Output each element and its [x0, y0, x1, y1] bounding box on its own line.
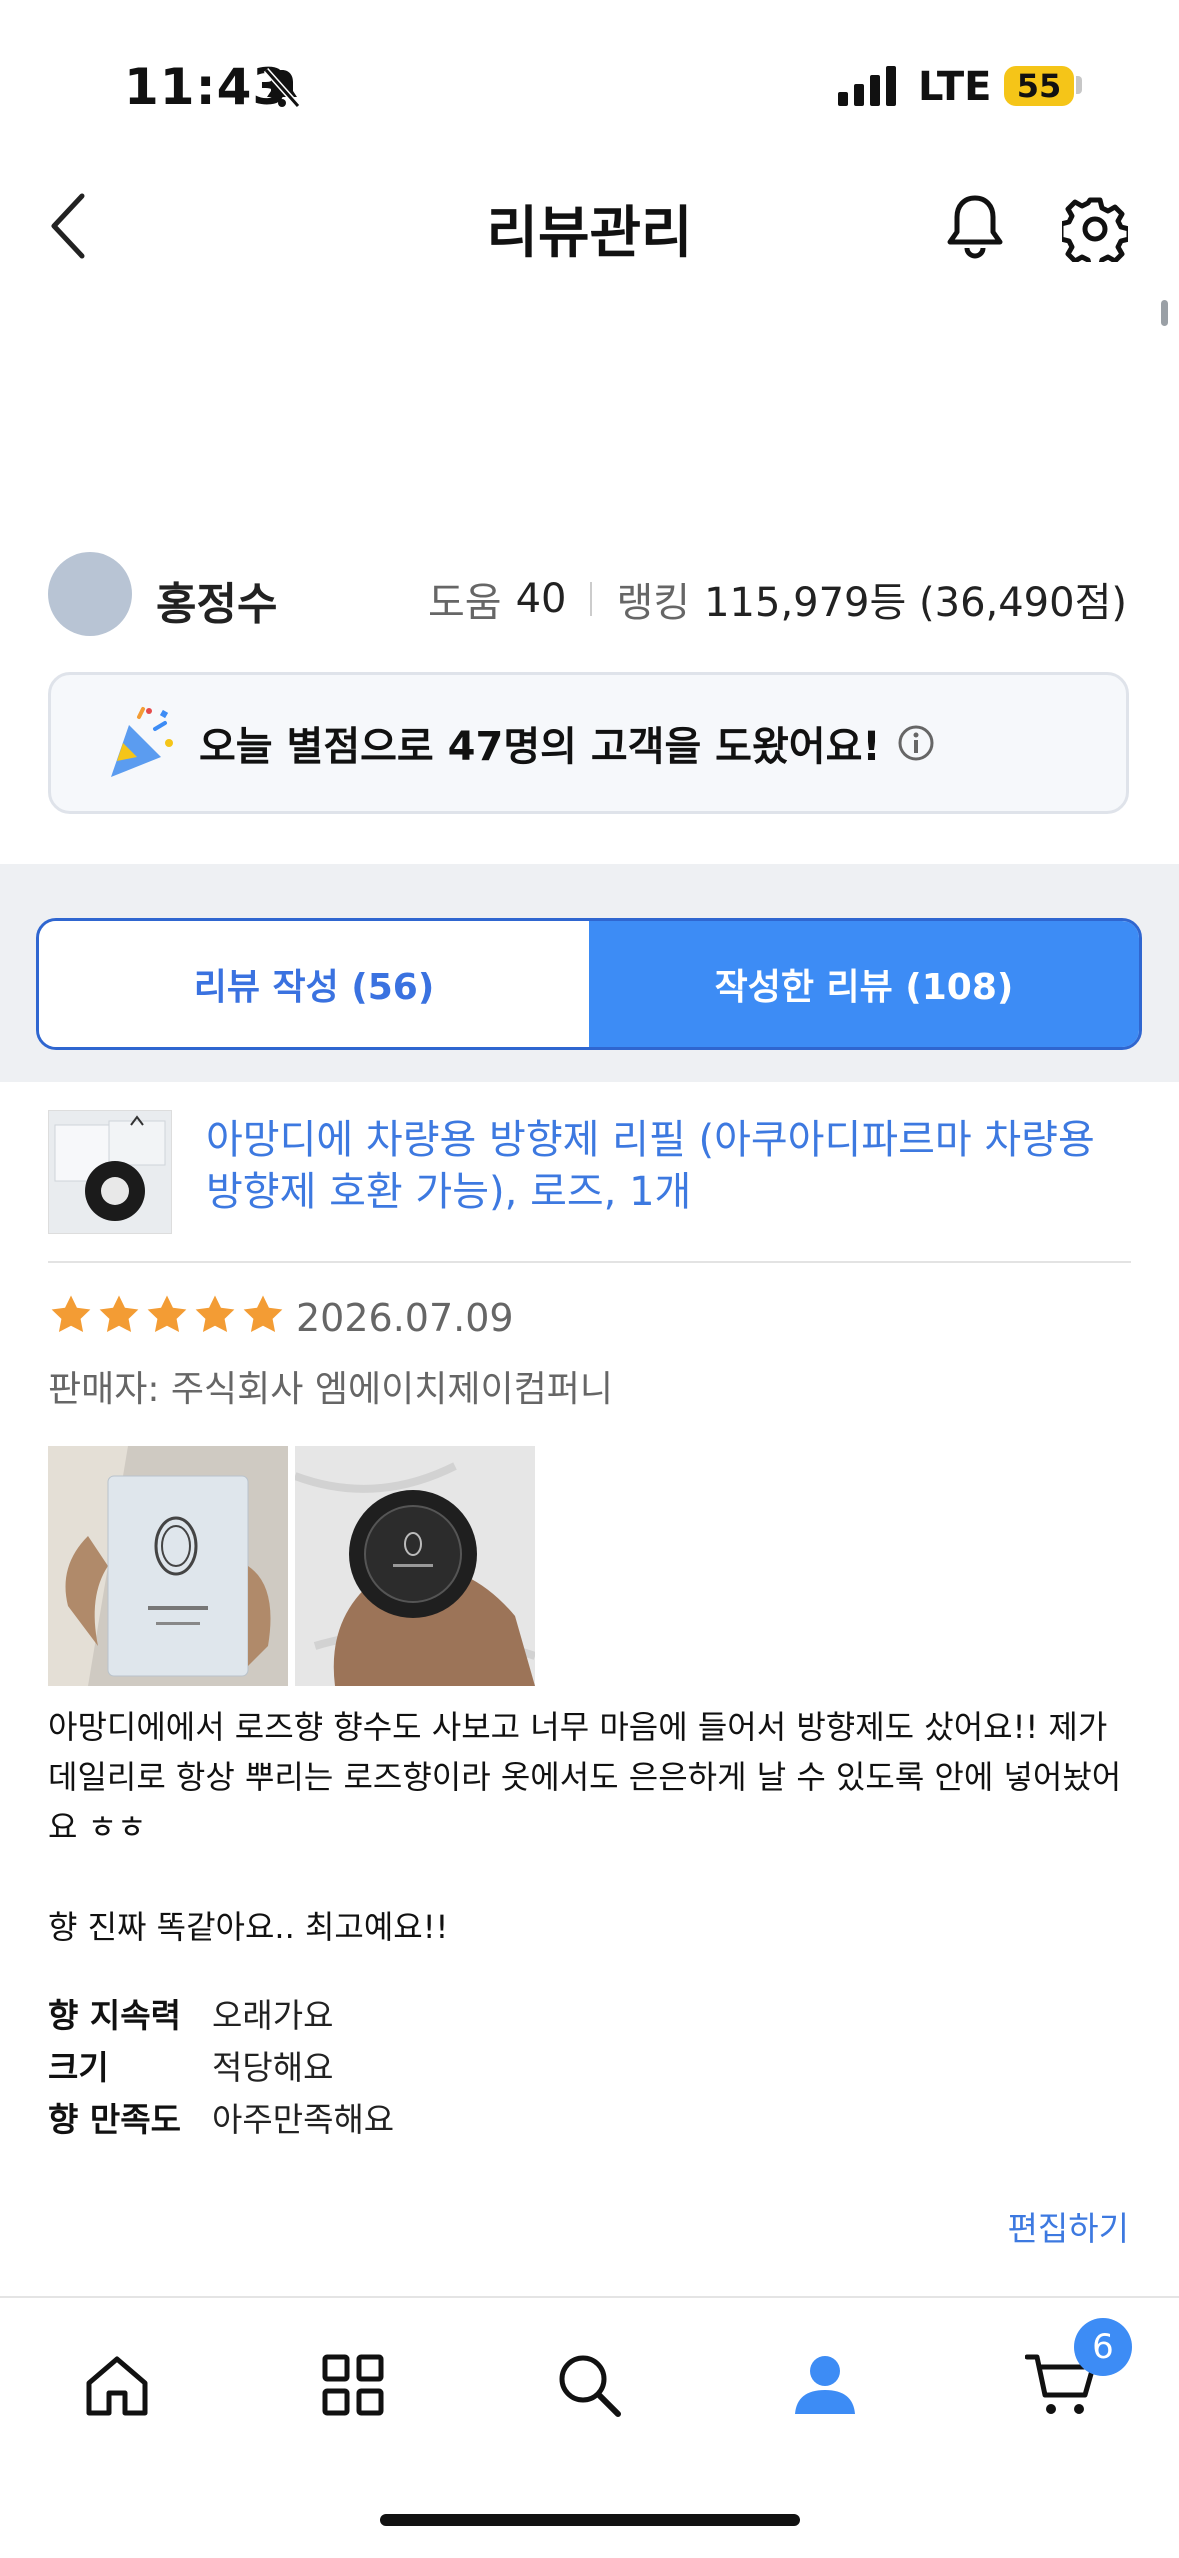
star-icon: [195, 1295, 235, 1333]
edit-review-link[interactable]: 편집하기: [1008, 2202, 1129, 2250]
nav-search[interactable]: [544, 2340, 634, 2430]
grid-icon: [322, 2354, 384, 2416]
profile-stats: 도움 40 랭킹 115,979등 (36,490점): [428, 570, 1127, 628]
network-label: LTE: [918, 64, 992, 110]
bell-icon[interactable]: [944, 192, 1006, 262]
home-indicator: [380, 2514, 800, 2526]
help-count: 40: [515, 576, 567, 622]
rating-stars: [48, 1292, 288, 1338]
review-tabs: 리뷰 작성 (56) 작성한 리뷰 (108): [36, 918, 1142, 1050]
product-title[interactable]: 아망디에 차량용 방향제 리필 (아쿠아디파르마 차량용 방향제 호환 가능),…: [206, 1114, 1106, 1218]
attribute-key: 크기: [48, 2048, 109, 2087]
review-attributes: 향 지속력 오래가요 크기 적당해요 향 만족도 아주만족해요: [48, 1990, 394, 2146]
attribute-row: 크기 적당해요: [48, 2042, 394, 2094]
home-icon: [86, 2356, 148, 2416]
gear-icon[interactable]: [1062, 196, 1128, 262]
tab-write-review[interactable]: 리뷰 작성 (56): [39, 921, 589, 1047]
seller-name: 판매자: 주식회사 엠에이치제이컴퍼니: [48, 1369, 613, 1410]
star-icon: [99, 1295, 139, 1333]
attribute-key: 향 만족도: [48, 2100, 181, 2139]
attribute-row: 향 만족도 아주만족해요: [48, 2094, 394, 2146]
stats-divider: [590, 582, 593, 616]
nav-my-page[interactable]: [780, 2340, 870, 2430]
tab-written-reviews[interactable]: 작성한 리뷰 (108): [589, 921, 1139, 1047]
search-icon: [559, 2355, 621, 2417]
rank-value: 115,979등 (36,490점): [704, 580, 1127, 626]
scrollbar-thumb[interactable]: [1161, 300, 1168, 326]
battery-indicator: 55: [1004, 66, 1074, 106]
party-popper-icon: [111, 707, 173, 777]
product-thumbnail[interactable]: [48, 1110, 172, 1234]
card-divider: [48, 1261, 1131, 1263]
help-banner-text: 오늘 별점으로 47명의 고객을 도왔어요!: [199, 724, 881, 770]
help-label: 도움: [427, 580, 502, 626]
nav-home[interactable]: [72, 2340, 162, 2430]
star-icon: [147, 1295, 187, 1333]
attribute-row: 향 지속력 오래가요: [48, 1990, 394, 2042]
review-date: 2026.07.09: [296, 1296, 514, 1340]
attribute-key: 향 지속력: [48, 1996, 181, 2035]
cart-count-badge: 6: [1074, 2318, 1132, 2376]
signal-icon: [838, 66, 896, 106]
attribute-value: 아주만족해요: [212, 2100, 395, 2139]
avatar[interactable]: [48, 552, 132, 636]
attribute-value: 오래가요: [212, 1996, 334, 2035]
silent-mode-icon: [263, 68, 301, 108]
nav-categories[interactable]: [308, 2340, 398, 2430]
attribute-value: 적당해요: [212, 2048, 334, 2087]
user-icon: [795, 2356, 855, 2414]
review-photo[interactable]: [295, 1446, 535, 1686]
battery-tip: [1076, 76, 1082, 94]
info-icon[interactable]: [897, 724, 935, 762]
review-photo[interactable]: [48, 1446, 288, 1686]
review-text: 아망디에에서 로즈향 향수도 사보고 너무 마음에 들어서 방향제도 샀어요!!…: [48, 1708, 1122, 1946]
star-icon: [243, 1295, 283, 1333]
user-name: 홍정수: [156, 579, 278, 630]
help-banner: 오늘 별점으로 47명의 고객을 도왔어요!: [48, 672, 1129, 814]
rank-label: 랭킹: [616, 580, 691, 626]
star-icon: [51, 1295, 91, 1333]
